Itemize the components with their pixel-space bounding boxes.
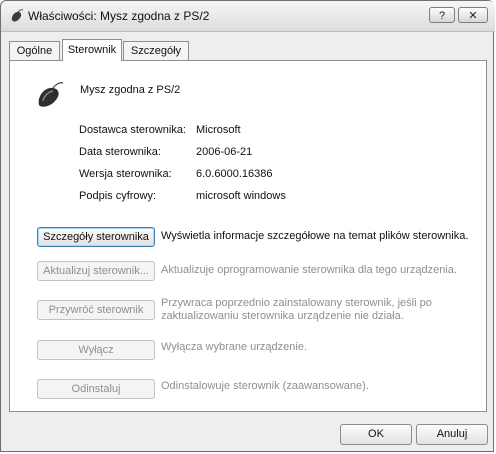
roll-back-driver-button[interactable]: Przywróć sterownik: [37, 300, 155, 320]
close-button[interactable]: ✕: [458, 7, 488, 23]
tab-general[interactable]: Ogólne: [9, 41, 60, 60]
roll-back-driver-description: Przywraca poprzednio zainstalowany stero…: [161, 297, 432, 322]
ok-button[interactable]: OK: [340, 424, 412, 445]
disable-button[interactable]: Wyłącz: [37, 340, 155, 360]
driver-version-value: 6.0.6000.16386: [196, 168, 273, 180]
window-title: Właściwości: Mysz zgodna z PS/2: [28, 9, 210, 23]
driver-date-value: 2006-06-21: [196, 146, 253, 158]
device-name: Mysz zgodna z PS/2: [80, 84, 181, 96]
disable-description: Wyłącza wybrane urządzenie.: [161, 341, 308, 353]
digital-signer-value: microsoft windows: [196, 190, 286, 202]
properties-dialog: Właściwości: Mysz zgodna z PS/2 ? ✕ Ogól…: [0, 0, 495, 452]
tab-driver[interactable]: Sterownik: [62, 39, 122, 61]
mouse-icon: [11, 9, 24, 22]
uninstall-description: Odinstalowuje sterownik (zaawansowane).: [161, 380, 369, 392]
mouse-icon: [38, 82, 64, 107]
driver-panel: Mysz zgodna z PS/2 Dostawca sterownika: …: [9, 60, 487, 412]
driver-provider-label: Dostawca sterownika:: [79, 124, 186, 136]
digital-signer-label: Podpis cyfrowy:: [79, 190, 157, 202]
driver-date-label: Data sterownika:: [79, 146, 161, 158]
help-button[interactable]: ?: [429, 7, 455, 23]
update-driver-button[interactable]: Aktualizuj sterownik...: [37, 261, 155, 281]
uninstall-button[interactable]: Odinstaluj: [37, 379, 155, 399]
cancel-button[interactable]: Anuluj: [416, 424, 488, 445]
driver-provider-value: Microsoft: [196, 124, 241, 136]
driver-details-description: Wyświetla informacje szczegółowe na tema…: [161, 230, 469, 242]
title-bar[interactable]: Właściwości: Mysz zgodna z PS/2 ? ✕: [1, 1, 495, 32]
driver-details-button[interactable]: Szczegóły sterownika: [37, 227, 155, 247]
driver-version-label: Wersja sterownika:: [79, 168, 172, 180]
tab-details[interactable]: Szczegóły: [123, 41, 189, 60]
update-driver-description: Aktualizuje oprogramowanie sterownika dl…: [161, 264, 457, 276]
